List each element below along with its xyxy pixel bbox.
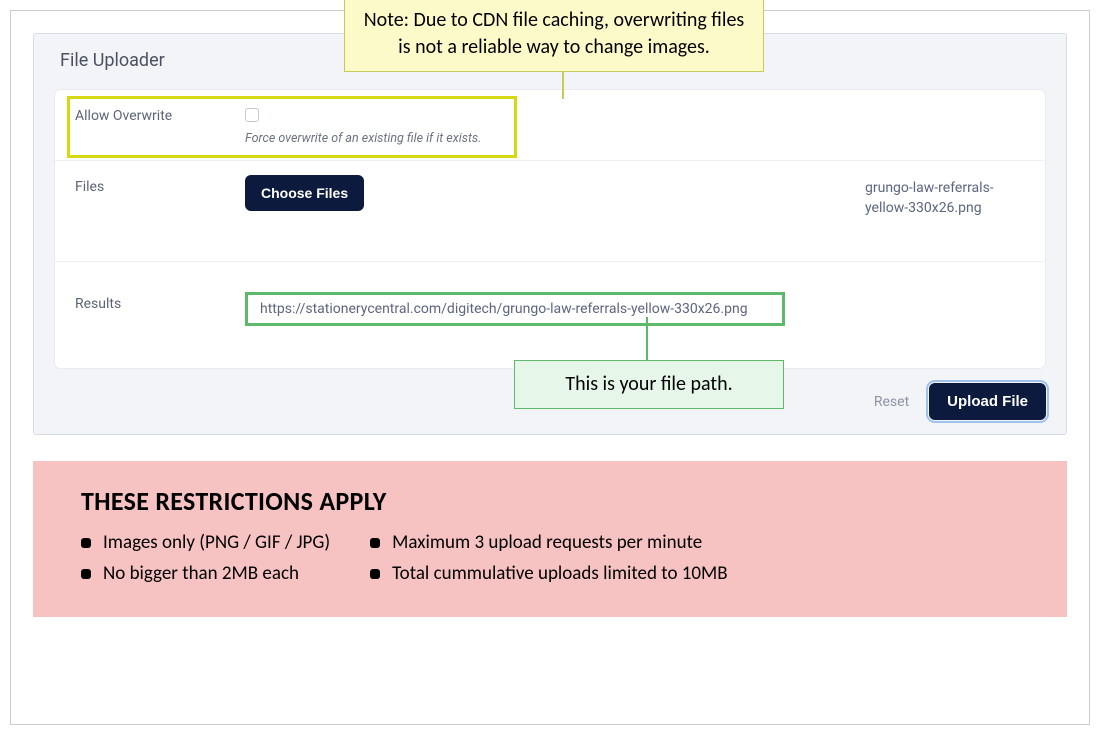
file-path-callout: This is your file path.: [514, 360, 784, 409]
restriction-item: No bigger than 2MB each: [81, 562, 330, 585]
selected-file-name: grungo-law-referrals-yellow-330x26.png: [865, 179, 1025, 218]
document-frame: Note: Due to CDN file caching, overwriti…: [10, 10, 1090, 725]
reset-button[interactable]: Reset: [874, 394, 909, 410]
restrictions-col-2: Maximum 3 upload requests per minute Tot…: [370, 531, 728, 593]
restrictions-heading: THESE RESTRICTIONS APPLY: [81, 485, 1019, 517]
callout-connector-line: [562, 70, 564, 99]
allow-overwrite-label: Allow Overwrite: [75, 104, 245, 124]
choose-files-button[interactable]: Choose Files: [245, 175, 364, 211]
form-card: Allow Overwrite Force overwrite of an ex…: [54, 89, 1046, 369]
restriction-item: Maximum 3 upload requests per minute: [370, 531, 728, 554]
allow-overwrite-help: Force overwrite of an existing file if i…: [245, 131, 1025, 146]
files-row: Files Choose Files grungo-law-referrals-…: [55, 160, 1045, 261]
allow-overwrite-checkbox[interactable]: [245, 108, 259, 122]
results-row: Results https://stationerycentral.com/di…: [55, 261, 1045, 368]
restriction-item: Total cummulative uploads limited to 10M…: [370, 562, 728, 585]
allow-overwrite-row: Allow Overwrite Force overwrite of an ex…: [55, 90, 1045, 160]
restrictions-col-1: Images only (PNG / GIF / JPG) No bigger …: [81, 531, 330, 593]
restrictions-box: THESE RESTRICTIONS APPLY Images only (PN…: [33, 461, 1067, 617]
restriction-item: Images only (PNG / GIF / JPG): [81, 531, 330, 554]
file-uploader-panel: Note: Due to CDN file caching, overwriti…: [33, 33, 1067, 435]
callout-connector-line: [646, 317, 648, 362]
results-label: Results: [75, 292, 245, 312]
files-label: Files: [75, 175, 245, 195]
result-url-box[interactable]: https://stationerycentral.com/digitech/g…: [245, 292, 785, 326]
upload-file-button[interactable]: Upload File: [929, 383, 1046, 420]
cdn-caching-note-callout: Note: Due to CDN file caching, overwriti…: [344, 0, 764, 72]
